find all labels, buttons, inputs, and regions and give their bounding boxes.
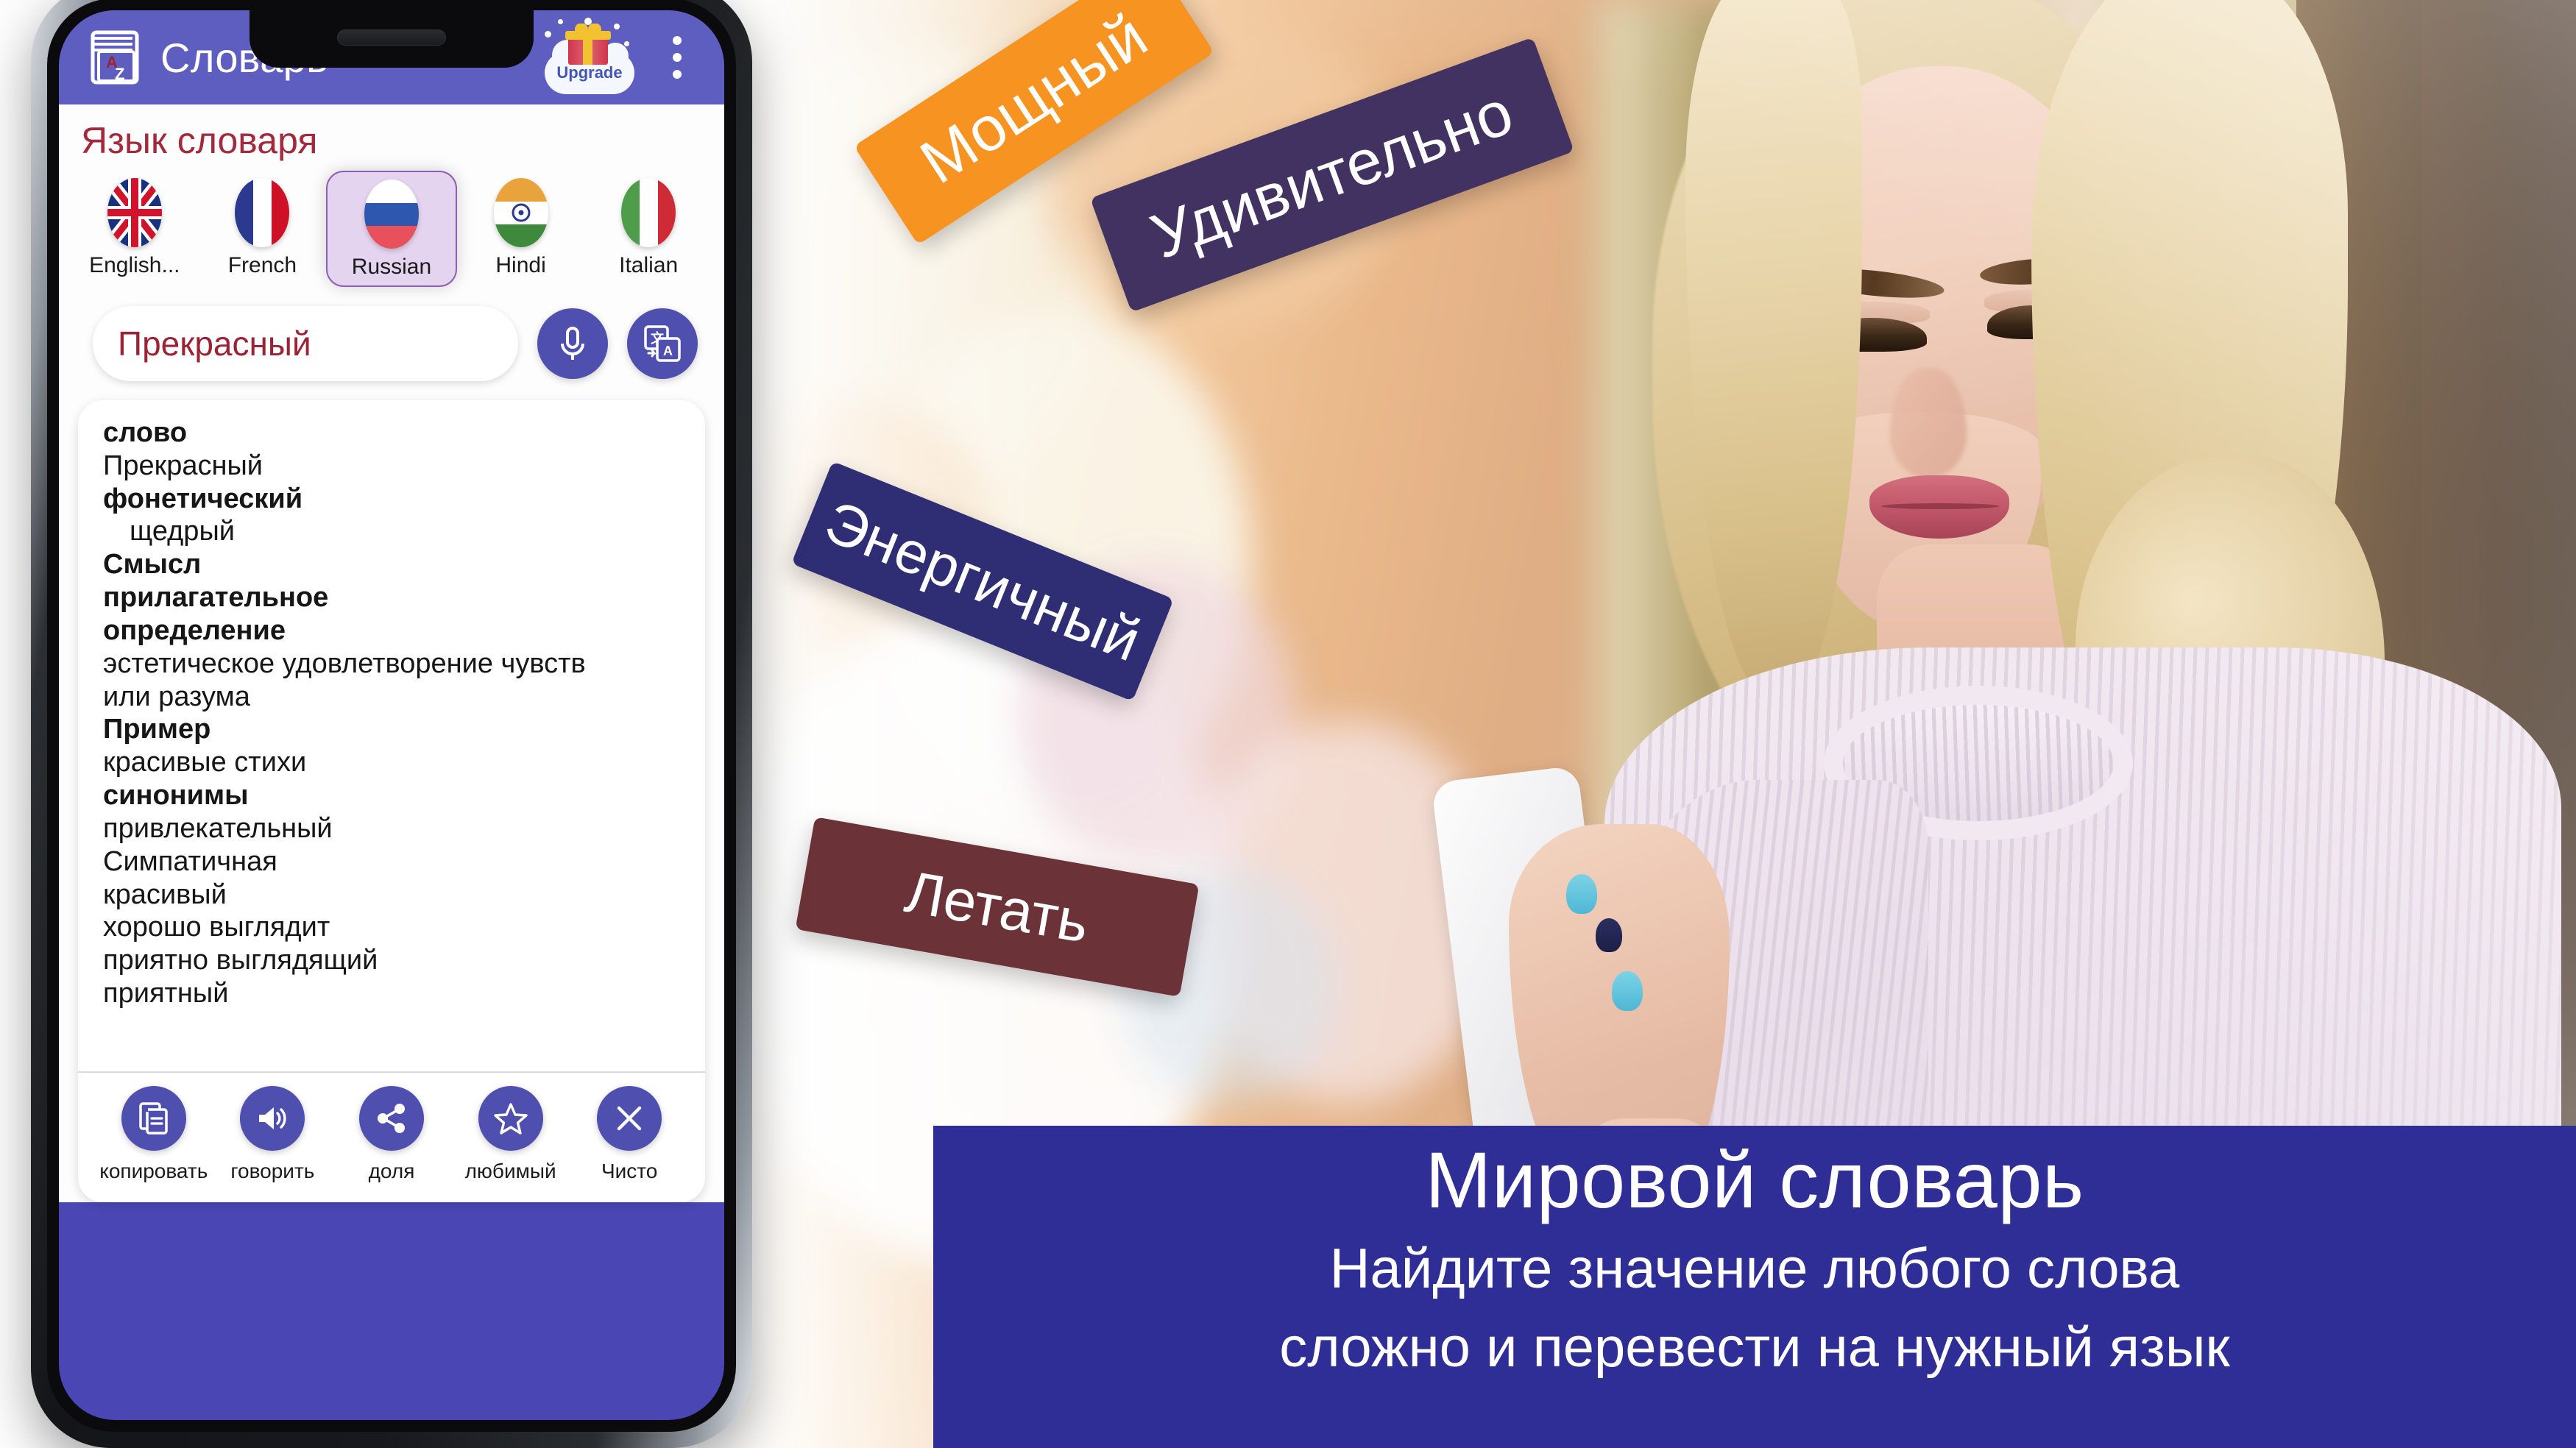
action-copy[interactable]: копировать [94,1086,213,1183]
language-item-hindi[interactable]: Hindi [457,171,585,284]
promo-screenshot: Мощный Удивительно Энергичный Летать Мир… [0,0,2576,1448]
dictionary-result-line: хорошо выглядит [103,912,330,943]
sparkle-dot [558,19,563,24]
phone-screen: A Z Словарь Upgrade Язык словаря English… [59,10,724,1420]
promo-banner-subtitle-line1: Найдите значение любого слова [1329,1237,2180,1300]
kebab-dot [673,36,682,45]
language-item-russian[interactable]: Russian [326,171,457,287]
phone-bezel: A Z Словарь Upgrade Язык словаря English… [47,0,736,1432]
language-label: Italian [619,253,679,277]
word-tag-label: Летать [900,858,1094,955]
flag-france-icon [235,178,290,247]
dictionary-result-line: Симпатичная [103,845,277,877]
kebab-dot [673,53,682,62]
language-item-italian[interactable]: Italian [584,171,712,284]
dictionary-result-line: эстетическое удовлетворение чувств [103,647,586,679]
upgrade-button[interactable]: Upgrade [542,18,636,97]
language-item-french[interactable]: French [199,171,327,284]
search-box[interactable] [93,306,518,381]
language-selector-row: English... French Russian Hindi Italian [59,168,724,299]
flag-russia-icon [364,180,419,249]
dictionary-result-line: Прекрасный [103,450,263,481]
language-label: Hindi [495,253,546,277]
fingernail [1566,874,1597,914]
dictionary-result-line: красивый [103,879,227,910]
dictionary-result-line: приятный [103,978,229,1009]
app-content: Язык словаря English... French Russian H… [59,104,724,1202]
dictionary-result-line: синонимы [103,780,249,812]
translate-icon: 文 A [644,325,681,362]
flag-india-icon [493,178,548,247]
language-item-english[interactable]: English... [71,171,199,284]
dictionary-result-line: щедрый [130,516,235,547]
translate-button[interactable]: 文 A [627,308,698,379]
fingernail [1612,971,1643,1011]
fingernail [1596,918,1622,952]
dictionary-result-line: или разума [103,681,250,712]
dictionary-result-line: красивые стихи [103,747,307,778]
action-share[interactable]: доля [332,1086,451,1183]
sparkle-dot [545,31,551,38]
phone-mockup: A Z Словарь Upgrade Язык словаря English… [31,0,752,1448]
nose [1890,368,1967,478]
language-section-heading: Язык словаря [81,120,318,161]
gift-box-icon [564,23,612,66]
voice-search-button[interactable] [537,308,608,379]
phone-notch [250,10,534,68]
language-label: Russian [351,255,432,279]
language-label: English... [89,253,180,277]
sparkle-dot [624,41,629,46]
language-label: French [227,253,297,277]
microphone-icon [561,327,584,360]
svg-text:Z: Z [115,65,124,83]
action-speaker[interactable]: говорить [213,1086,333,1183]
promo-banner-subtitle-line2: сложно и перевести на нужный язык [1279,1316,2230,1379]
kebab-menu-icon[interactable] [655,36,699,79]
action-star[interactable]: любимый [451,1086,570,1183]
copy-icon [121,1086,186,1151]
action-close-x[interactable]: Чисто [570,1086,689,1183]
flag-italy-icon [621,178,676,247]
share-icon [358,1086,424,1151]
dictionary-result-line: привлекательный [103,812,333,844]
dictionary-result-line: приятно выглядящий [103,945,378,976]
promo-banner: Мировой словарь Найдите значение любого … [933,1126,2576,1448]
close-x-icon [597,1086,662,1151]
svg-text:A: A [663,344,673,358]
action-label: доля [368,1160,415,1182]
promo-banner-title: Мировой словарь [1425,1135,2084,1224]
dictionary-result-list: слово Прекрасный фонетический щедрый Смысл пр… [78,400,705,1070]
star-icon [478,1086,543,1151]
action-label: Чисто [601,1160,658,1182]
dictionary-book-az-icon: A Z [88,29,141,85]
sparkle-dot [614,24,620,29]
dictionary-result-line: слово [103,417,188,448]
search-input[interactable] [93,324,518,363]
dictionary-result-line: Смысл [103,549,202,581]
action-toolbar: копировать говорить доля любимый Чисто [78,1073,705,1202]
search-row: 文 A [59,299,724,400]
dictionary-result-line: определение [103,614,286,646]
action-label: копировать [99,1160,208,1182]
dictionary-result-line: фонетический [103,483,303,514]
speaker-icon [240,1086,305,1151]
action-label: говорить [230,1160,315,1182]
dictionary-result-line: прилагательное [103,582,329,614]
dictionary-result-card: слово Прекрасный фонетический щедрый Смысл пр… [78,400,705,1202]
action-label: любимый [464,1160,556,1182]
dictionary-result-line: Пример [103,714,211,745]
earpiece-speaker [337,29,446,46]
kebab-dot [673,70,682,79]
flag-united-kingdom-icon [107,178,162,247]
